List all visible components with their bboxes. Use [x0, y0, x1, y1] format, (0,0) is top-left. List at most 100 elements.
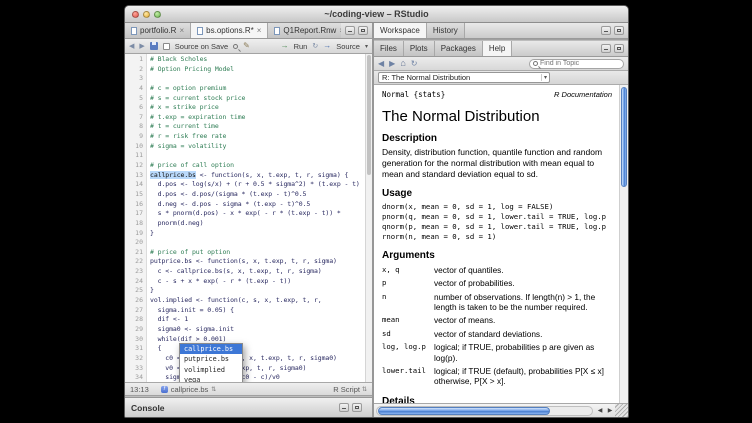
code-line: # sigma = volatility: [150, 142, 372, 152]
console-pane-header[interactable]: Console: [125, 397, 372, 417]
autocomplete-item[interactable]: callprice.bs: [180, 344, 242, 354]
refresh-icon[interactable]: ↻: [411, 60, 418, 68]
usage-code-block: dnorm(x, mean = 0, sd = 1, log = FALSE)p…: [382, 202, 612, 241]
scroll-right-icon[interactable]: ▶: [605, 406, 615, 416]
argument-term: mean: [382, 314, 434, 327]
tab-label: Workspace: [380, 26, 420, 35]
forward-icon[interactable]: ▶: [139, 43, 144, 50]
minimize-pane-icon[interactable]: [339, 403, 349, 412]
code-tools-icon[interactable]: ✎: [243, 42, 250, 50]
file-icon: [131, 27, 137, 35]
source-menu-caret-icon[interactable]: ▾: [365, 43, 368, 50]
code-editor[interactable]: 1234567891011121314151617181920212223242…: [125, 54, 372, 382]
tab-files[interactable]: Files: [374, 41, 404, 56]
search-icon[interactable]: [233, 44, 238, 49]
tab-bs-options-r[interactable]: bs.options.R*×: [191, 23, 268, 38]
argument-row: sdvector of standard deviations.: [382, 327, 612, 340]
minimize-pane-icon[interactable]: [345, 26, 355, 35]
help-search-box[interactable]: [529, 59, 624, 69]
function-scope-label: callprice.bs: [171, 385, 209, 394]
run-button[interactable]: Run: [294, 42, 308, 51]
source-toolbar-right: → Run ↻ → Source ▾: [281, 42, 368, 51]
source-file-icon[interactable]: →: [323, 42, 331, 50]
source-button[interactable]: Source: [336, 42, 360, 51]
help-horizontal-scrollbar[interactable]: ◀ ▶: [374, 403, 628, 417]
maximize-pane-icon[interactable]: [358, 26, 368, 35]
code-line: # Black Scholes: [150, 55, 372, 65]
source-pane-buttons: [341, 23, 372, 38]
tab-label: portfolio.R: [140, 26, 176, 35]
maximize-pane-icon[interactable]: [614, 44, 624, 53]
help-topic-label: R: The Normal Distribution: [382, 73, 470, 82]
arguments-table: x, qvector of quantiles.pvector of proba…: [382, 264, 612, 389]
rstudio-window: ~/coding-view – RStudio portfolio.R×bs.o…: [124, 5, 629, 418]
file-type-label: R Script: [333, 385, 360, 394]
code-line: # price of call option: [150, 161, 372, 171]
code-line: # x = strike price: [150, 103, 372, 113]
minimize-pane-icon[interactable]: [601, 26, 611, 35]
source-toolbar-left: ◀ ▶ Source on Save ✎: [129, 42, 250, 51]
help-back-icon[interactable]: ◀: [378, 60, 384, 68]
maximize-pane-icon[interactable]: [352, 403, 362, 412]
home-icon[interactable]: ⌂: [400, 59, 405, 68]
scroll-left-icon[interactable]: ◀: [595, 406, 605, 416]
function-scope-selector[interactable]: f callprice.bs ⇅: [161, 385, 217, 394]
save-icon[interactable]: [150, 42, 158, 50]
tab-portfolio-r[interactable]: portfolio.R×: [125, 23, 191, 38]
minimize-pane-icon[interactable]: [601, 44, 611, 53]
usage-heading: Usage: [382, 188, 612, 199]
autocomplete-item[interactable]: volimplied: [180, 365, 242, 375]
help-topic-selector[interactable]: R: The Normal Distribution ▾: [378, 72, 550, 83]
help-doc-header: Normal {stats} R Documentation: [382, 90, 612, 99]
tab-workspace[interactable]: Workspace: [374, 23, 427, 38]
rerun-icon[interactable]: ↻: [312, 43, 318, 50]
editor-lines[interactable]: # Black Scholes# Option Pricing Model # …: [147, 54, 372, 382]
help-topic-row: R: The Normal Distribution ▾: [374, 71, 628, 85]
window-titlebar[interactable]: ~/coding-view – RStudio: [125, 6, 628, 23]
code-line: sigma.init = 0.05) {: [150, 306, 372, 316]
tab-label: Help: [489, 44, 505, 53]
back-icon[interactable]: ◀: [129, 43, 134, 50]
code-line: sigma0 <- sigma.init: [150, 325, 372, 335]
usage-code-line: dnorm(x, mean = 0, sd = 1, log = FALSE): [382, 202, 612, 212]
file-type-selector[interactable]: R Script ⇅: [333, 385, 367, 394]
code-line: }: [150, 286, 372, 296]
code-line: }: [150, 229, 372, 239]
autocomplete-item[interactable]: putprice.bs: [180, 354, 242, 364]
code-line: # s = current stock price: [150, 94, 372, 104]
maximize-pane-icon[interactable]: [614, 26, 624, 35]
file-icon: [274, 27, 280, 35]
main-area: portfolio.R×bs.options.R*×Q1Report.Rnw× …: [125, 23, 628, 417]
scrollbar-thumb[interactable]: [621, 87, 627, 187]
code-line: callprice.bs <- function(s, x, t.exp, t,…: [150, 171, 372, 181]
tab-q1report-rnw[interactable]: Q1Report.Rnw×: [268, 23, 341, 38]
help-doc-type: R Documentation: [554, 90, 612, 99]
close-window-button[interactable]: [132, 11, 139, 18]
code-line: d.pos <- d.pos/(sigma * (t.exp - t)^0.5: [150, 190, 372, 200]
scrollbar-thumb[interactable]: [378, 407, 550, 415]
workspace-pane-buttons: [597, 23, 628, 38]
zoom-window-button[interactable]: [154, 11, 161, 18]
minimize-window-button[interactable]: [143, 11, 150, 18]
argument-term: p: [382, 277, 434, 290]
scrollbar-thumb[interactable]: [367, 55, 371, 175]
tab-history[interactable]: History: [427, 23, 465, 38]
help-search-input[interactable]: [540, 60, 620, 67]
run-icon[interactable]: →: [281, 42, 289, 50]
tab-plots[interactable]: Plots: [404, 41, 435, 56]
tab-packages[interactable]: Packages: [435, 41, 483, 56]
close-tab-icon[interactable]: ×: [257, 27, 262, 35]
tab-help[interactable]: Help: [483, 41, 512, 56]
autocomplete-item[interactable]: vega: [180, 375, 242, 382]
window-title: ~/coding-view – RStudio: [125, 9, 628, 19]
help-forward-icon[interactable]: ▶: [389, 60, 395, 68]
source-on-save-checkbox[interactable]: [163, 43, 170, 50]
window-resize-grip[interactable]: [615, 404, 628, 417]
editor-vertical-scrollbar[interactable]: [365, 54, 372, 382]
code-line: # r = risk free rate: [150, 132, 372, 142]
scrollbar-track[interactable]: [376, 406, 593, 416]
chevron-down-icon[interactable]: ▾: [541, 74, 549, 81]
help-toolbar: ◀ ▶ ⌂ ↻: [374, 57, 628, 71]
help-vertical-scrollbar[interactable]: [619, 85, 628, 403]
close-tab-icon[interactable]: ×: [179, 27, 184, 35]
